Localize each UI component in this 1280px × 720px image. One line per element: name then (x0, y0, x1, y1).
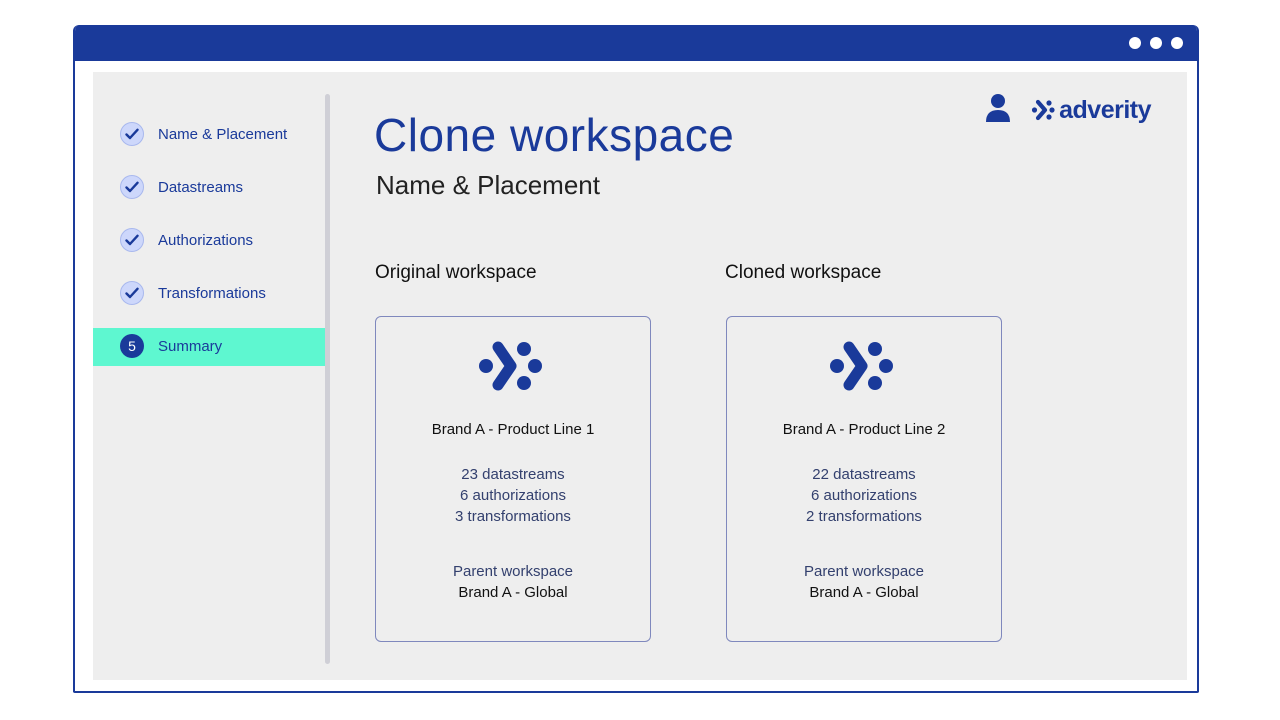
parent-workspace-value: Brand A - Global (458, 584, 568, 601)
step-authorizations[interactable]: Authorizations (93, 222, 325, 260)
workspace-logo-icon (830, 341, 893, 391)
authorization-count: 6 authorizations (811, 487, 917, 504)
step-datastreams[interactable]: Datastreams (93, 169, 325, 207)
step-label: Transformations (158, 285, 266, 302)
workspace-name: Brand A - Product Line 1 (431, 421, 595, 438)
transformation-count: 2 transformations (806, 508, 922, 525)
check-icon (120, 228, 144, 252)
menu-dot-icon[interactable] (1171, 37, 1183, 49)
step-transformations[interactable]: Transformations (93, 275, 325, 313)
sidebar-divider (325, 94, 330, 664)
workspace-name: Brand A - Product Line 2 (782, 421, 946, 438)
workspace-logo-icon (479, 341, 542, 391)
cloned-workspace-card: Brand A - Product Line 2 22 datastreams … (726, 316, 1002, 642)
transformation-count: 3 transformations (455, 508, 571, 525)
adverity-mark-icon (1032, 99, 1055, 121)
user-icon[interactable] (985, 93, 1011, 128)
parent-workspace-label: Parent workspace (452, 563, 574, 580)
original-workspace-heading: Original workspace (375, 262, 537, 283)
parent-workspace-value: Brand A - Global (809, 584, 919, 601)
check-icon (120, 175, 144, 199)
original-workspace-card: Brand A - Product Line 1 23 datastreams … (375, 316, 651, 642)
step-label: Datastreams (158, 179, 244, 196)
step-label: Summary (158, 338, 223, 355)
brand-logo: adverity (1031, 96, 1151, 125)
check-icon (120, 122, 144, 146)
step-number-badge: 5 (120, 334, 144, 358)
step-label: Authorizations (158, 232, 254, 249)
page-title: Clone workspace (374, 109, 735, 161)
cloned-workspace-heading: Cloned workspace (725, 262, 882, 283)
header-actions: adverity (985, 92, 1151, 128)
step-summary[interactable]: 5 Summary (93, 328, 325, 366)
wizard-steps: Name & Placement Datastreams Authorizati… (93, 72, 325, 680)
title-bar (75, 25, 1197, 61)
step-name-placement[interactable]: Name & Placement (93, 116, 325, 154)
menu-dot-icon[interactable] (1129, 37, 1141, 49)
window-menu[interactable] (1129, 37, 1183, 49)
page-subtitle: Name & Placement (376, 170, 600, 200)
brand-name: adverity (1059, 95, 1151, 124)
main-panel: Name & Placement Datastreams Authorizati… (93, 72, 1187, 680)
check-icon (120, 281, 144, 305)
step-label: Name & Placement (158, 126, 288, 143)
menu-dot-icon[interactable] (1150, 37, 1162, 49)
datastream-count: 23 datastreams (461, 466, 565, 483)
app-window: Name & Placement Datastreams Authorizati… (73, 25, 1199, 693)
datastream-count: 22 datastreams (812, 466, 916, 483)
authorization-count: 6 authorizations (460, 487, 566, 504)
parent-workspace-label: Parent workspace (803, 563, 925, 580)
